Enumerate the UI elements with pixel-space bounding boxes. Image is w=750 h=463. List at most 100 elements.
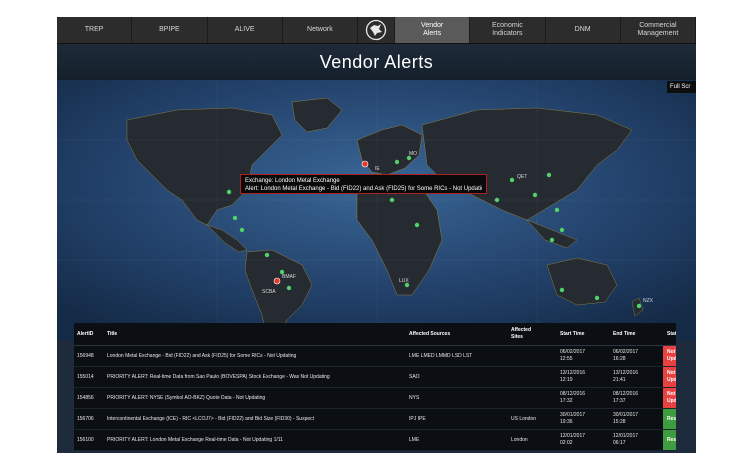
nav-trep[interactable]: TREP	[57, 17, 133, 43]
header-sources[interactable]: Affected Sources	[406, 323, 508, 345]
logo[interactable]	[358, 17, 395, 43]
table-row[interactable]: 156100 PRIORITY ALERT: London Metal Exch…	[74, 430, 676, 451]
map-marker[interactable]	[549, 237, 555, 243]
alert-end: 30/01/2017 15:28	[613, 412, 639, 425]
alert-sites	[508, 346, 557, 366]
map-label: NZX	[643, 298, 654, 304]
status-badge: Resolved	[663, 430, 676, 450]
alert-start: 08/12/2016 17:32	[560, 391, 586, 404]
map-label: MO	[409, 151, 417, 157]
nav-economic-indicators[interactable]: Economic Indicators	[470, 17, 546, 43]
alert-title: PRIORITY ALERT: NYSE (Symbol AO-BKZ) Quo…	[107, 394, 266, 401]
alert-start: 12/01/2017 02:02	[560, 433, 586, 446]
map-marker[interactable]	[286, 285, 292, 291]
world-map[interactable]: MO QET IE SCBA BMAF NZX LUX	[57, 80, 696, 340]
alert-end: 13/12/2016 21:41	[613, 370, 639, 383]
table-header: AlertID Title Affected Sources Affected …	[74, 323, 676, 346]
status-cell: Not Updating	[663, 346, 676, 366]
map-label: LUX	[399, 278, 409, 284]
fullscreen-button[interactable]: Full Scr	[667, 81, 696, 93]
alert-title: PRIORITY ALERT: Real-time Data from Sao …	[107, 373, 330, 380]
page-title: Vendor Alerts	[319, 51, 434, 72]
map-marker[interactable]	[532, 192, 538, 198]
map-label: QET	[517, 174, 527, 180]
alert-sites: London	[511, 436, 528, 443]
map-marker[interactable]	[264, 252, 270, 258]
map-marker[interactable]	[226, 189, 232, 195]
map-marker[interactable]	[389, 197, 395, 203]
nav-commercial-management[interactable]: Commercial Management	[621, 17, 696, 43]
header-start[interactable]: Start Time	[557, 323, 610, 345]
alert-start: 30/01/2017 19:36	[560, 412, 586, 425]
alert-id: 156706	[77, 415, 94, 422]
header-alertid[interactable]: AlertID	[74, 323, 104, 345]
nav-bpipe[interactable]: BPIPE	[132, 17, 208, 43]
status-badge: Resolved	[663, 409, 676, 429]
map-marker[interactable]	[559, 227, 565, 233]
alert-title: PRIORITY ALERT: London Metal Exchange Re…	[107, 436, 283, 443]
map-marker[interactable]	[509, 177, 515, 183]
nav-network[interactable]: Network	[283, 17, 358, 43]
status-cell: Resolved	[663, 430, 676, 450]
map-marker[interactable]	[594, 295, 600, 301]
alert-end: 08/12/2016 17:37	[613, 391, 639, 404]
top-nav: TREP BPIPE ALIVE Network Vendor Alerts E…	[57, 17, 696, 44]
map-marker[interactable]	[494, 197, 500, 203]
header-status[interactable]: Status	[663, 323, 676, 345]
alert-sites	[508, 367, 557, 387]
nav-alive[interactable]: ALIVE	[208, 17, 283, 43]
header-end[interactable]: End Time	[610, 323, 663, 345]
table-row[interactable]: 156706 Intercontinental Exchange (ICE) -…	[74, 409, 676, 430]
alert-sources: IPJ IPE	[409, 415, 426, 422]
alert-id: 155014	[77, 373, 94, 380]
tooltip-exchange: Exchange: London Metal Exchange	[245, 178, 340, 184]
map-marker[interactable]	[394, 159, 400, 165]
alert-id: 156948	[77, 352, 94, 359]
status-cell: Not Updating	[663, 367, 676, 387]
nav-dnm[interactable]: DNM	[546, 17, 621, 43]
nav-vendor-alerts[interactable]: Vendor Alerts	[395, 17, 471, 43]
alert-sources: LME LMED LMMD LSD LST	[409, 352, 473, 359]
title-bar: Vendor Alerts	[57, 44, 696, 80]
map-marker[interactable]	[239, 227, 245, 233]
map-marker[interactable]	[559, 287, 565, 293]
map-marker[interactable]	[554, 207, 560, 213]
alert-sources: SAO	[409, 373, 420, 380]
alert-marker-london[interactable]	[361, 160, 369, 168]
alerts-table: AlertID Title Affected Sources Affected …	[74, 323, 676, 451]
alert-end: 12/01/2017 06:17	[613, 433, 639, 446]
alert-end: 06/02/2017 16:28	[613, 349, 639, 362]
status-cell: Not Updating	[663, 388, 676, 408]
header-sites[interactable]: Affected Sites	[508, 323, 557, 345]
map-marker[interactable]	[636, 303, 642, 309]
map-label: IE	[375, 166, 380, 172]
map-marker[interactable]	[546, 172, 552, 178]
alert-id: 154856	[77, 394, 94, 401]
map-marker[interactable]	[232, 215, 238, 221]
alert-start: 13/12/2016 12:19	[560, 370, 586, 383]
tooltip-alert: Alert: London Metal Exchange - Bid (FID2…	[245, 186, 482, 192]
table-row[interactable]: 156948 London Metal Exchange - Bid (FID2…	[74, 346, 676, 367]
map-tooltip: Exchange: London Metal Exchange Alert: L…	[240, 174, 487, 194]
status-badge: Not Updating	[663, 367, 676, 387]
globe-logo-icon	[365, 19, 387, 41]
table-row[interactable]: 154856 PRIORITY ALERT: NYSE (Symbol AO-B…	[74, 388, 676, 409]
alert-sources: NYS	[409, 394, 420, 401]
alert-id: 156100	[77, 436, 94, 443]
alert-title: London Metal Exchange - Bid (FID22) and …	[107, 352, 297, 359]
map-label: SCBA	[262, 289, 276, 295]
status-badge: Not Updating	[663, 346, 676, 366]
alert-sources: LME	[409, 436, 420, 443]
map-label: BMAF	[282, 274, 296, 280]
alert-title: Intercontinental Exchange (ICE) - RIC <L…	[107, 415, 315, 422]
alert-start: 06/02/2017 12:55	[560, 349, 586, 362]
status-cell: Resolved	[663, 409, 676, 429]
map-marker[interactable]	[414, 222, 420, 228]
alert-marker-sao-paulo[interactable]	[273, 277, 281, 285]
header-title[interactable]: Title	[104, 323, 406, 345]
alert-sites	[508, 388, 557, 408]
table-row[interactable]: 155014 PRIORITY ALERT: Real-time Data fr…	[74, 367, 676, 388]
alert-sites: US London	[511, 415, 537, 422]
app-window: TREP BPIPE ALIVE Network Vendor Alerts E…	[57, 17, 696, 453]
status-badge: Not Updating	[663, 388, 676, 408]
